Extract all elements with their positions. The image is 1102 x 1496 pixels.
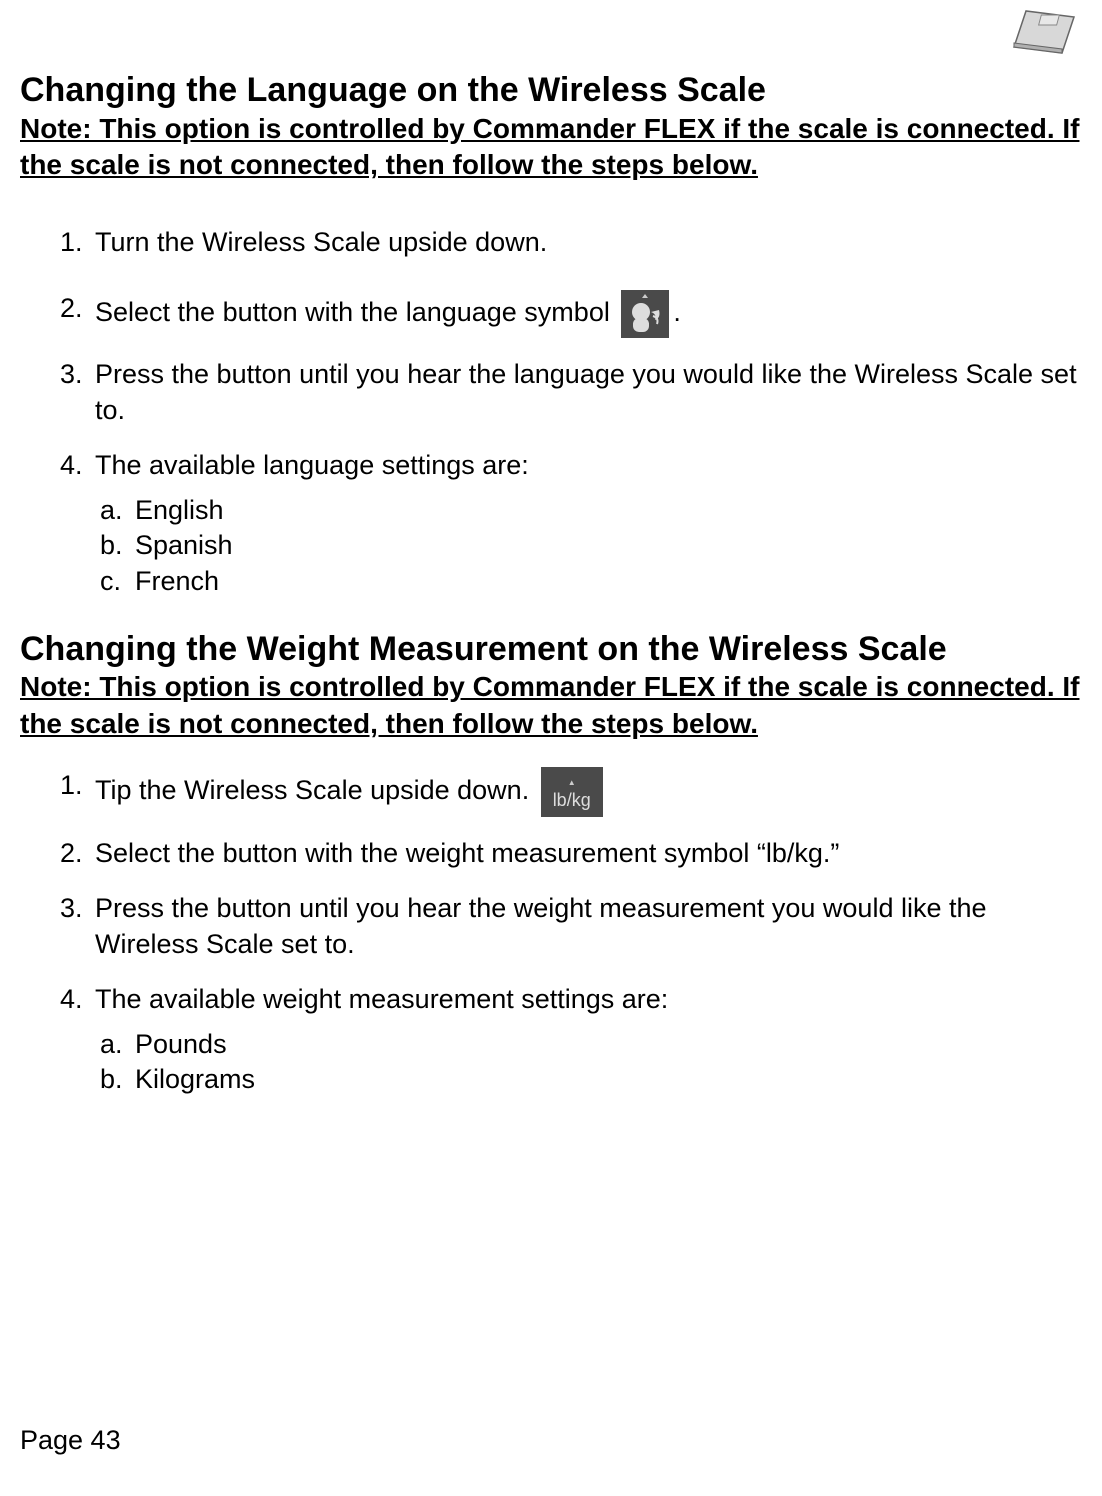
- step-text: The available language settings are:: [95, 450, 529, 480]
- step-text-part2: .: [673, 297, 681, 327]
- section2-steps-list: 1. Tip the Wireless Scale upside down. ▲…: [20, 767, 1082, 1097]
- step-4: 4. The available weight measurement sett…: [60, 981, 1082, 1098]
- weight-options-list: a.Pounds b.Kilograms: [95, 1027, 1082, 1097]
- list-item: a.English: [100, 493, 1082, 528]
- lbkg-symbol-icon: ▲ lb/kg: [541, 767, 603, 817]
- option-label: French: [135, 566, 219, 596]
- step-2: 2. Select the button with the weight mea…: [60, 835, 1082, 871]
- section1-note: Note: This option is controlled by Comma…: [20, 111, 1082, 184]
- step-text: Press the button until you hear the lang…: [95, 359, 1077, 425]
- step-text: Turn the Wireless Scale upside down.: [95, 227, 547, 257]
- section1-steps-list: 1. Turn the Wireless Scale upside down. …: [20, 224, 1082, 599]
- list-item: b.Kilograms: [100, 1062, 1082, 1097]
- step-text: Select the button with the weight measur…: [95, 838, 839, 868]
- step-1: 1. Tip the Wireless Scale upside down. ▲…: [60, 767, 1082, 817]
- list-item: c.French: [100, 564, 1082, 599]
- language-options-list: a.English b.Spanish c.French: [95, 493, 1082, 598]
- list-item: b.Spanish: [100, 528, 1082, 563]
- lbkg-label: lb/kg: [553, 791, 591, 809]
- step-1: 1. Turn the Wireless Scale upside down.: [60, 224, 1082, 260]
- step-text-part1: Select the button with the language symb…: [95, 297, 617, 327]
- step-text: Tip the Wireless Scale upside down.: [95, 775, 537, 805]
- option-label: Kilograms: [135, 1064, 255, 1094]
- list-item: a.Pounds: [100, 1027, 1082, 1062]
- step-3: 3. Press the button until you hear the l…: [60, 356, 1082, 429]
- section2-note: Note: This option is controlled by Comma…: [20, 669, 1082, 742]
- section1-title: Changing the Language on the Wireless Sc…: [20, 70, 1082, 111]
- step-text: The available weight measurement setting…: [95, 984, 668, 1014]
- page-number: Page 43: [20, 1425, 121, 1456]
- step-3: 3. Press the button until you hear the w…: [60, 890, 1082, 963]
- language-symbol-icon: [621, 290, 669, 338]
- option-label: English: [135, 495, 224, 525]
- section2-title: Changing the Weight Measurement on the W…: [20, 629, 1082, 670]
- step-text: Press the button until you hear the weig…: [95, 893, 987, 959]
- step-4: 4. The available language settings are: …: [60, 447, 1082, 599]
- option-label: Pounds: [135, 1029, 227, 1059]
- option-label: Spanish: [135, 530, 233, 560]
- step-2: 2. Select the button with the language s…: [60, 290, 1082, 338]
- scale-icon: [1002, 5, 1082, 60]
